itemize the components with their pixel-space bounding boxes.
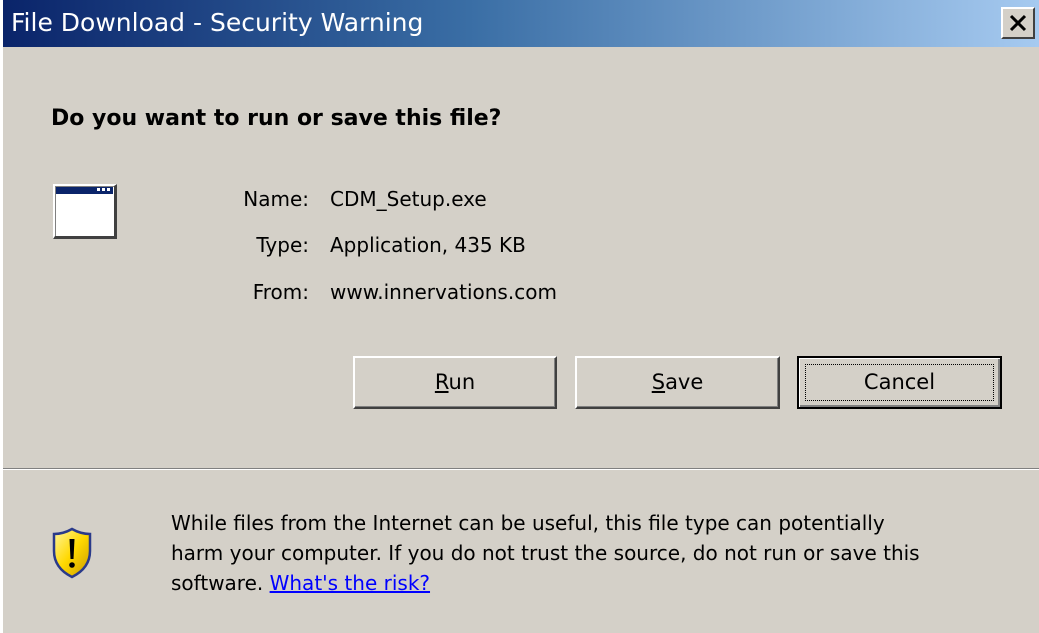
dialog-question: Do you want to run or save this file? <box>51 106 502 131</box>
run-button-accel: R <box>434 370 449 394</box>
save-button[interactable]: Save <box>575 356 780 409</box>
file-download-dialog: File Download - Security Warning Do you … <box>0 0 1039 633</box>
close-button[interactable] <box>1001 7 1035 39</box>
file-type-label: Type: <box>256 233 309 257</box>
file-name-label: Name: <box>243 187 309 211</box>
file-name-value: CDM_Setup.exe <box>330 187 487 211</box>
warning-line-2: harm your computer. If you do not trust … <box>171 541 920 565</box>
run-button[interactable]: Run <box>353 356 557 409</box>
cancel-focus-ring <box>805 364 994 401</box>
run-button-label: un <box>448 370 476 394</box>
file-from-label: From: <box>252 280 309 304</box>
warning-line-1: While files from the Internet can be use… <box>171 511 885 535</box>
file-from-value: www.innervations.com <box>330 280 557 304</box>
warning-line-3-text: software. <box>171 571 270 595</box>
title-bar[interactable]: File Download - Security Warning <box>3 0 1039 47</box>
close-icon <box>1009 14 1027 32</box>
warning-line-3: software. What's the risk? <box>171 568 1001 598</box>
save-button-accel: S <box>651 370 666 394</box>
security-warning-message: While files from the Internet can be use… <box>171 508 1001 598</box>
whats-the-risk-link[interactable]: What's the risk? <box>270 571 430 595</box>
divider <box>3 468 1039 470</box>
cancel-button[interactable]: Cancel <box>797 356 1002 409</box>
save-button-label: ave <box>665 370 704 394</box>
security-shield-warning-icon <box>52 527 92 579</box>
window-title: File Download - Security Warning <box>11 8 424 37</box>
file-type-value: Application, 435 KB <box>330 233 526 257</box>
